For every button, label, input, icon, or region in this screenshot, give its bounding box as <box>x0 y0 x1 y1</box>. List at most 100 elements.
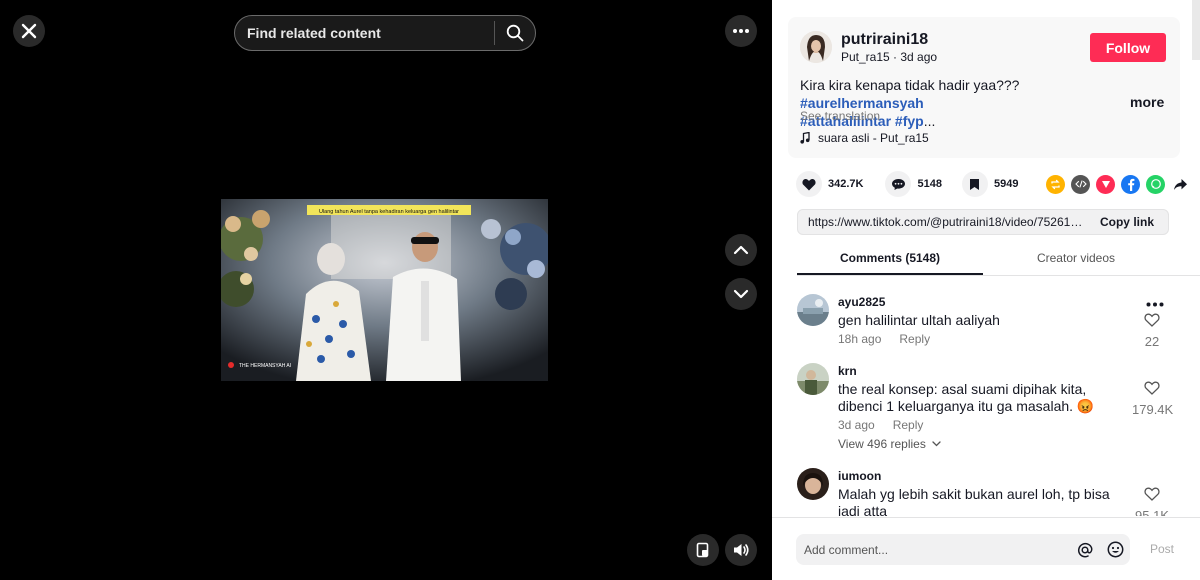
like-action[interactable]: 342.7K <box>796 171 863 197</box>
heart-outline-icon <box>1144 487 1160 501</box>
commenter-avatar[interactable] <box>797 468 829 500</box>
copy-link-box: https://www.tiktok.com/@putriraini18/vid… <box>797 209 1169 235</box>
video-caption: Ulang tahun Aurel tanpa kehadiran keluar… <box>319 209 459 215</box>
comment-time: 3d ago <box>838 418 875 432</box>
comment-like-button[interactable]: 179.4K <box>1132 381 1174 417</box>
save-count: 5949 <box>993 178 1019 190</box>
telegram-icon <box>1101 181 1110 188</box>
heart-icon <box>802 178 816 190</box>
comment-composer: Post <box>772 517 1200 580</box>
author-avatar[interactable] <box>800 31 832 63</box>
tab-comments[interactable]: Comments (5148) <box>797 244 983 275</box>
comment-like-count: 95.1K <box>1135 508 1169 516</box>
volume-button[interactable] <box>725 534 757 566</box>
mini-player-button[interactable] <box>687 534 719 566</box>
video-frame[interactable]: Ulang tahun Aurel tanpa kehadiran keluar… <box>221 199 548 381</box>
author-username[interactable]: putriraini18 <box>841 31 928 49</box>
comment-meta: 18h ago Reply <box>838 332 948 346</box>
video-info-card: putriraini18 Put_ra15 · 3d ago Follow Ki… <box>788 17 1180 158</box>
emoji-icon <box>1107 541 1123 558</box>
comment-time: 18h ago <box>838 332 882 346</box>
heart-outline-icon <box>1144 313 1160 327</box>
previous-video-button[interactable] <box>725 234 757 266</box>
mention-button[interactable] <box>1070 542 1100 558</box>
comment-like-button[interactable]: 22 <box>1132 313 1172 349</box>
commenter-name[interactable]: ayu2825 <box>838 295 885 309</box>
chevron-up-icon <box>733 245 749 255</box>
follow-button[interactable]: Follow <box>1090 33 1166 62</box>
chevron-down-icon <box>733 289 749 299</box>
search-input[interactable] <box>235 16 494 50</box>
facebook-share-button[interactable] <box>1121 174 1140 194</box>
repost-icon <box>1051 179 1060 189</box>
comment-like-count: 179.4K <box>1132 402 1174 417</box>
mini-player-icon <box>696 542 709 558</box>
search-button[interactable] <box>495 16 535 50</box>
hashtag-fyp[interactable]: #fyp <box>895 113 924 129</box>
search-icon <box>506 24 524 42</box>
repost-button[interactable] <box>1046 174 1065 194</box>
commenter-name[interactable]: krn <box>838 364 857 378</box>
heart-outline-icon <box>1144 381 1160 395</box>
video-player-area: Ulang tahun Aurel tanpa kehadiran keluar… <box>0 0 772 580</box>
comment-text: Malah yg lebih sakit bukan aurel loh, tp… <box>838 486 1110 516</box>
video-thumbnail: Ulang tahun Aurel tanpa kehadiran keluar… <box>221 199 548 381</box>
tab-creator-videos[interactable]: Creator videos <box>983 244 1169 275</box>
embed-icon <box>1074 180 1087 188</box>
author-subline: Put_ra15 · 3d ago <box>841 50 938 64</box>
reply-button[interactable]: Reply <box>899 332 930 346</box>
more-options-button[interactable] <box>725 15 757 47</box>
at-icon <box>1077 542 1093 557</box>
description-more-link[interactable]: more <box>1130 94 1164 110</box>
comment-like-button[interactable]: 95.1K <box>1132 487 1172 516</box>
copy-link-button[interactable]: Copy link <box>1088 215 1168 229</box>
comment-item: krn the real konsep: asal suami dipihak … <box>797 363 1192 455</box>
more-share-button[interactable] <box>1171 175 1190 194</box>
close-button[interactable] <box>13 15 45 47</box>
comment-input-wrap <box>796 534 1130 565</box>
scrollbar[interactable] <box>1192 0 1200 60</box>
comment-more-button[interactable] <box>1146 294 1164 312</box>
volume-icon <box>734 544 749 556</box>
whatsapp-share-button[interactable] <box>1146 174 1165 194</box>
description-text: Kira kira kenapa tidak hadir yaa??? <box>800 77 1020 93</box>
chevron-down-icon <box>932 441 941 447</box>
whatsapp-icon <box>1150 179 1161 189</box>
comment-like-count: 22 <box>1144 334 1160 349</box>
commenter-name[interactable]: iumoon <box>838 469 881 483</box>
comment-action[interactable]: 5148 <box>885 171 942 197</box>
see-translation-link[interactable]: See translation <box>800 109 880 123</box>
comment-count: 5148 <box>917 178 942 190</box>
facebook-icon <box>1127 178 1134 191</box>
app-root: Ulang tahun Aurel tanpa kehadiran keluar… <box>0 0 1200 580</box>
comment-item: ayu2825 gen halilintar ultah aaliyah 18h… <box>797 294 1192 354</box>
view-replies-label: View 496 replies <box>838 437 926 451</box>
music-link[interactable]: suara asli - Put_ra15 <box>800 131 929 145</box>
video-watermark: THE HERMANSYAH AI <box>239 363 291 369</box>
post-button[interactable]: Post <box>1150 542 1174 556</box>
more-icon <box>1146 302 1164 307</box>
telegram-share-button[interactable] <box>1096 174 1115 194</box>
comment-list: ayu2825 gen halilintar ultah aaliyah 18h… <box>772 276 1200 516</box>
action-bar: 342.7K 5148 5949 <box>796 171 1190 197</box>
comment-input[interactable] <box>796 534 1070 565</box>
save-action[interactable]: 5949 <box>961 171 1019 197</box>
author-nickname: Put_ra15 <box>841 50 890 64</box>
video-url[interactable]: https://www.tiktok.com/@putriraini18/vid… <box>798 215 1088 229</box>
commenter-avatar[interactable] <box>797 294 829 326</box>
share-arrow-icon <box>1174 178 1187 190</box>
view-replies-button[interactable]: View 496 replies <box>838 437 941 451</box>
next-video-button[interactable] <box>725 278 757 310</box>
share-icons <box>1046 174 1190 194</box>
reply-button[interactable]: Reply <box>893 418 924 432</box>
emoji-button[interactable] <box>1100 541 1130 558</box>
more-icon <box>733 29 749 33</box>
post-time: 3d ago <box>900 50 938 64</box>
comment-text: gen halilintar ultah aaliyah <box>838 312 1000 328</box>
embed-button[interactable] <box>1071 174 1090 194</box>
side-panel: putriraini18 Put_ra15 · 3d ago Follow Ki… <box>772 0 1200 580</box>
commenter-avatar[interactable] <box>797 363 829 395</box>
music-title: suara asli - Put_ra15 <box>818 131 929 145</box>
panel-tabs: Comments (5148) Creator videos <box>797 244 1200 276</box>
music-note-icon <box>800 132 810 144</box>
